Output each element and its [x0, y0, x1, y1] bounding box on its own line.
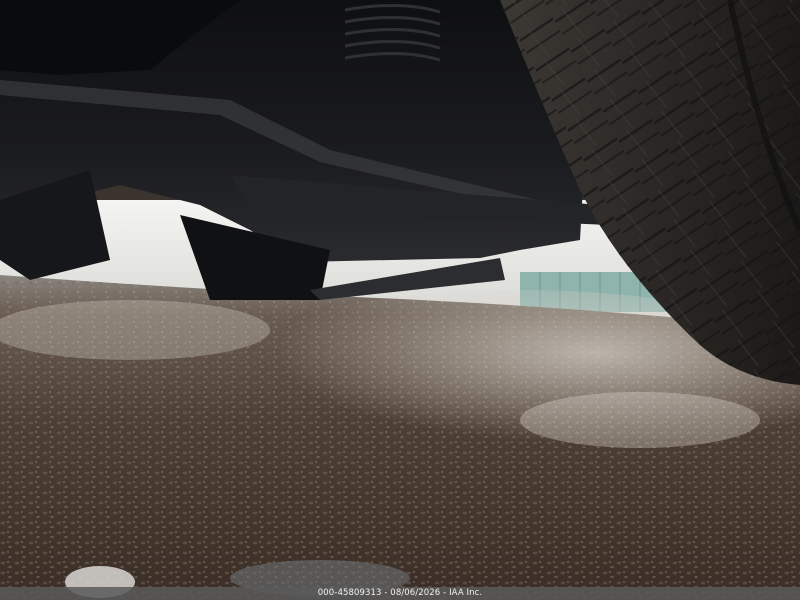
water-reflection-left: [0, 300, 270, 360]
photo-caption: 000-45809313 - 08/06/2026 - IAA Inc.: [317, 588, 483, 598]
vehicle-undercarriage-photo: 000-45809313 - 08/06/2026 - IAA Inc.: [0, 0, 800, 600]
caption-bar: 000-45809313 - 08/06/2026 - IAA Inc.: [0, 587, 800, 600]
puddle-highlight: [520, 392, 760, 448]
photo-illustration: [0, 0, 800, 600]
